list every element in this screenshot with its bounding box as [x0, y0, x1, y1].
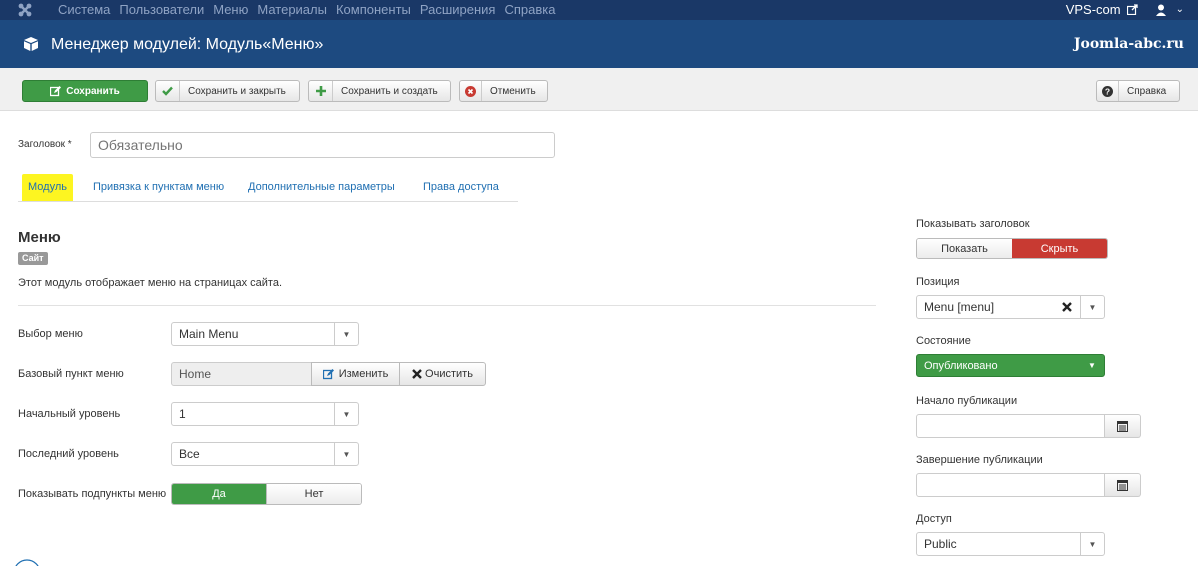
change-label: Изменить	[338, 368, 389, 380]
calendar-icon	[1117, 420, 1128, 432]
edit-icon	[50, 85, 62, 96]
menu-help[interactable]: Справка	[504, 2, 555, 17]
change-base-item-button[interactable]: Изменить	[311, 362, 400, 386]
module-description: Этот модуль отображает меню на страницах…	[18, 277, 283, 289]
tab-advanced[interactable]: Дополнительные параметры	[248, 174, 395, 201]
close-icon[interactable]	[1062, 302, 1072, 312]
save-button[interactable]: Сохранить	[22, 80, 148, 102]
help-label: Справка	[1127, 85, 1167, 97]
publish-up-label: Начало публикации	[916, 395, 1018, 407]
show-title-label: Показывать заголовок	[916, 218, 1030, 230]
menu-system[interactable]: Система	[58, 2, 110, 17]
cancel-button[interactable]: Отменить	[459, 80, 548, 102]
external-link-icon	[1126, 4, 1138, 15]
show-title-show[interactable]: Показать	[917, 239, 1012, 258]
show-title-toggle: Показать Скрыть	[916, 238, 1108, 259]
navbar-right: VPS-com ⌄	[1066, 2, 1184, 17]
user-menu-caret-icon[interactable]: ⌄	[1176, 4, 1184, 15]
chevron-down-icon: ▼	[334, 403, 358, 425]
main-menu: Система Пользователи Меню Материалы Комп…	[58, 2, 564, 17]
menu-content[interactable]: Материалы	[257, 2, 327, 17]
base-item-value: Home	[179, 367, 212, 381]
menu-select-value: Main Menu	[179, 327, 239, 341]
menu-menus[interactable]: Меню	[213, 2, 248, 17]
clear-base-item-button[interactable]: Очистить	[399, 362, 486, 386]
page-title: Менеджер модулей: Модуль«Меню»	[51, 36, 324, 53]
menu-select-label: Выбор меню	[18, 328, 83, 340]
chevron-down-icon: ▼	[334, 323, 358, 345]
title-bar: Менеджер модулей: Модуль«Меню» Joomla-ab…	[0, 20, 1198, 68]
show-subitems-no[interactable]: Нет	[266, 484, 361, 504]
save-label: Сохранить	[66, 85, 120, 97]
top-navbar: Система Пользователи Меню Материалы Комп…	[0, 0, 1198, 20]
base-item-field: Home	[171, 362, 312, 386]
clear-label: Очистить	[425, 368, 473, 380]
save-new-button[interactable]: Сохранить и создать	[308, 80, 451, 102]
show-subitems-toggle: Да Нет	[171, 483, 362, 505]
end-level-select[interactable]: Все ▼	[171, 442, 359, 466]
module-heading: Меню	[18, 229, 61, 246]
joomla-logo-icon[interactable]	[18, 3, 32, 17]
menu-users[interactable]: Пользователи	[119, 2, 204, 17]
cube-icon	[24, 37, 38, 51]
save-close-label: Сохранить и закрыть	[188, 85, 286, 97]
access-select[interactable]: Public ▼	[916, 532, 1105, 556]
show-subitems-yes[interactable]: Да	[172, 484, 266, 504]
save-close-button[interactable]: Сохранить и закрыть	[155, 80, 300, 102]
show-title-hide[interactable]: Скрыть	[1012, 239, 1107, 258]
end-level-value: Все	[179, 447, 200, 461]
close-icon	[412, 369, 422, 379]
site-link[interactable]: VPS-com	[1066, 2, 1121, 17]
cancel-label: Отменить	[490, 85, 536, 97]
start-level-select[interactable]: 1 ▼	[171, 402, 359, 426]
publish-down-calendar-button[interactable]	[1105, 473, 1141, 497]
publish-down-input[interactable]	[916, 473, 1105, 497]
title-field-label: Заголовок *	[18, 139, 72, 150]
access-value: Public	[924, 537, 957, 551]
tab-module[interactable]: Модуль	[22, 174, 73, 201]
chevron-down-icon: ▼	[1080, 296, 1104, 318]
state-select[interactable]: Опубликовано ▼	[916, 354, 1105, 377]
menu-select[interactable]: Main Menu ▼	[171, 322, 359, 346]
chevron-down-icon: ▼	[1088, 361, 1096, 370]
calendar-icon	[1117, 479, 1128, 491]
chevron-down-icon: ▼	[1080, 533, 1104, 555]
publish-up-input[interactable]	[916, 414, 1105, 438]
start-level-value: 1	[179, 407, 186, 421]
menu-components[interactable]: Компоненты	[336, 2, 411, 17]
position-select[interactable]: Menu [menu] ▼	[916, 295, 1105, 319]
svg-text:?: ?	[1105, 86, 1110, 96]
publish-up-calendar-button[interactable]	[1105, 414, 1141, 438]
check-icon	[156, 81, 180, 101]
menu-extensions[interactable]: Расширения	[420, 2, 496, 17]
brand-logo-text: Joomla-abc.ru	[1073, 36, 1184, 52]
access-label: Доступ	[916, 513, 952, 525]
info-circle-icon[interactable]	[12, 558, 42, 566]
state-label: Состояние	[916, 335, 971, 347]
plus-icon	[309, 81, 333, 101]
position-label: Позиция	[916, 276, 960, 288]
help-button[interactable]: ? Справка	[1096, 80, 1180, 102]
question-icon: ?	[1097, 81, 1119, 101]
state-value: Опубликовано	[924, 359, 998, 372]
position-value: Menu [menu]	[924, 300, 995, 314]
site-badge: Сайт	[18, 252, 48, 265]
show-subitems-label: Показывать подпункты меню	[18, 488, 167, 500]
base-item-label: Базовый пункт меню	[18, 368, 124, 380]
tab-bar: Модуль Привязка к пунктам меню Дополните…	[18, 173, 518, 202]
divider	[18, 305, 876, 306]
end-level-label: Последний уровень	[18, 448, 119, 460]
publish-down-label: Завершение публикации	[916, 454, 1043, 466]
start-level-label: Начальный уровень	[18, 408, 121, 420]
cancel-icon	[460, 81, 482, 101]
tab-menu-assignment[interactable]: Привязка к пунктам меню	[93, 174, 224, 201]
edit-icon	[322, 368, 334, 379]
chevron-down-icon: ▼	[334, 443, 358, 465]
title-input[interactable]	[90, 132, 555, 158]
user-icon[interactable]	[1155, 4, 1176, 16]
tab-permissions[interactable]: Права доступа	[423, 174, 499, 201]
save-new-label: Сохранить и создать	[341, 85, 438, 97]
